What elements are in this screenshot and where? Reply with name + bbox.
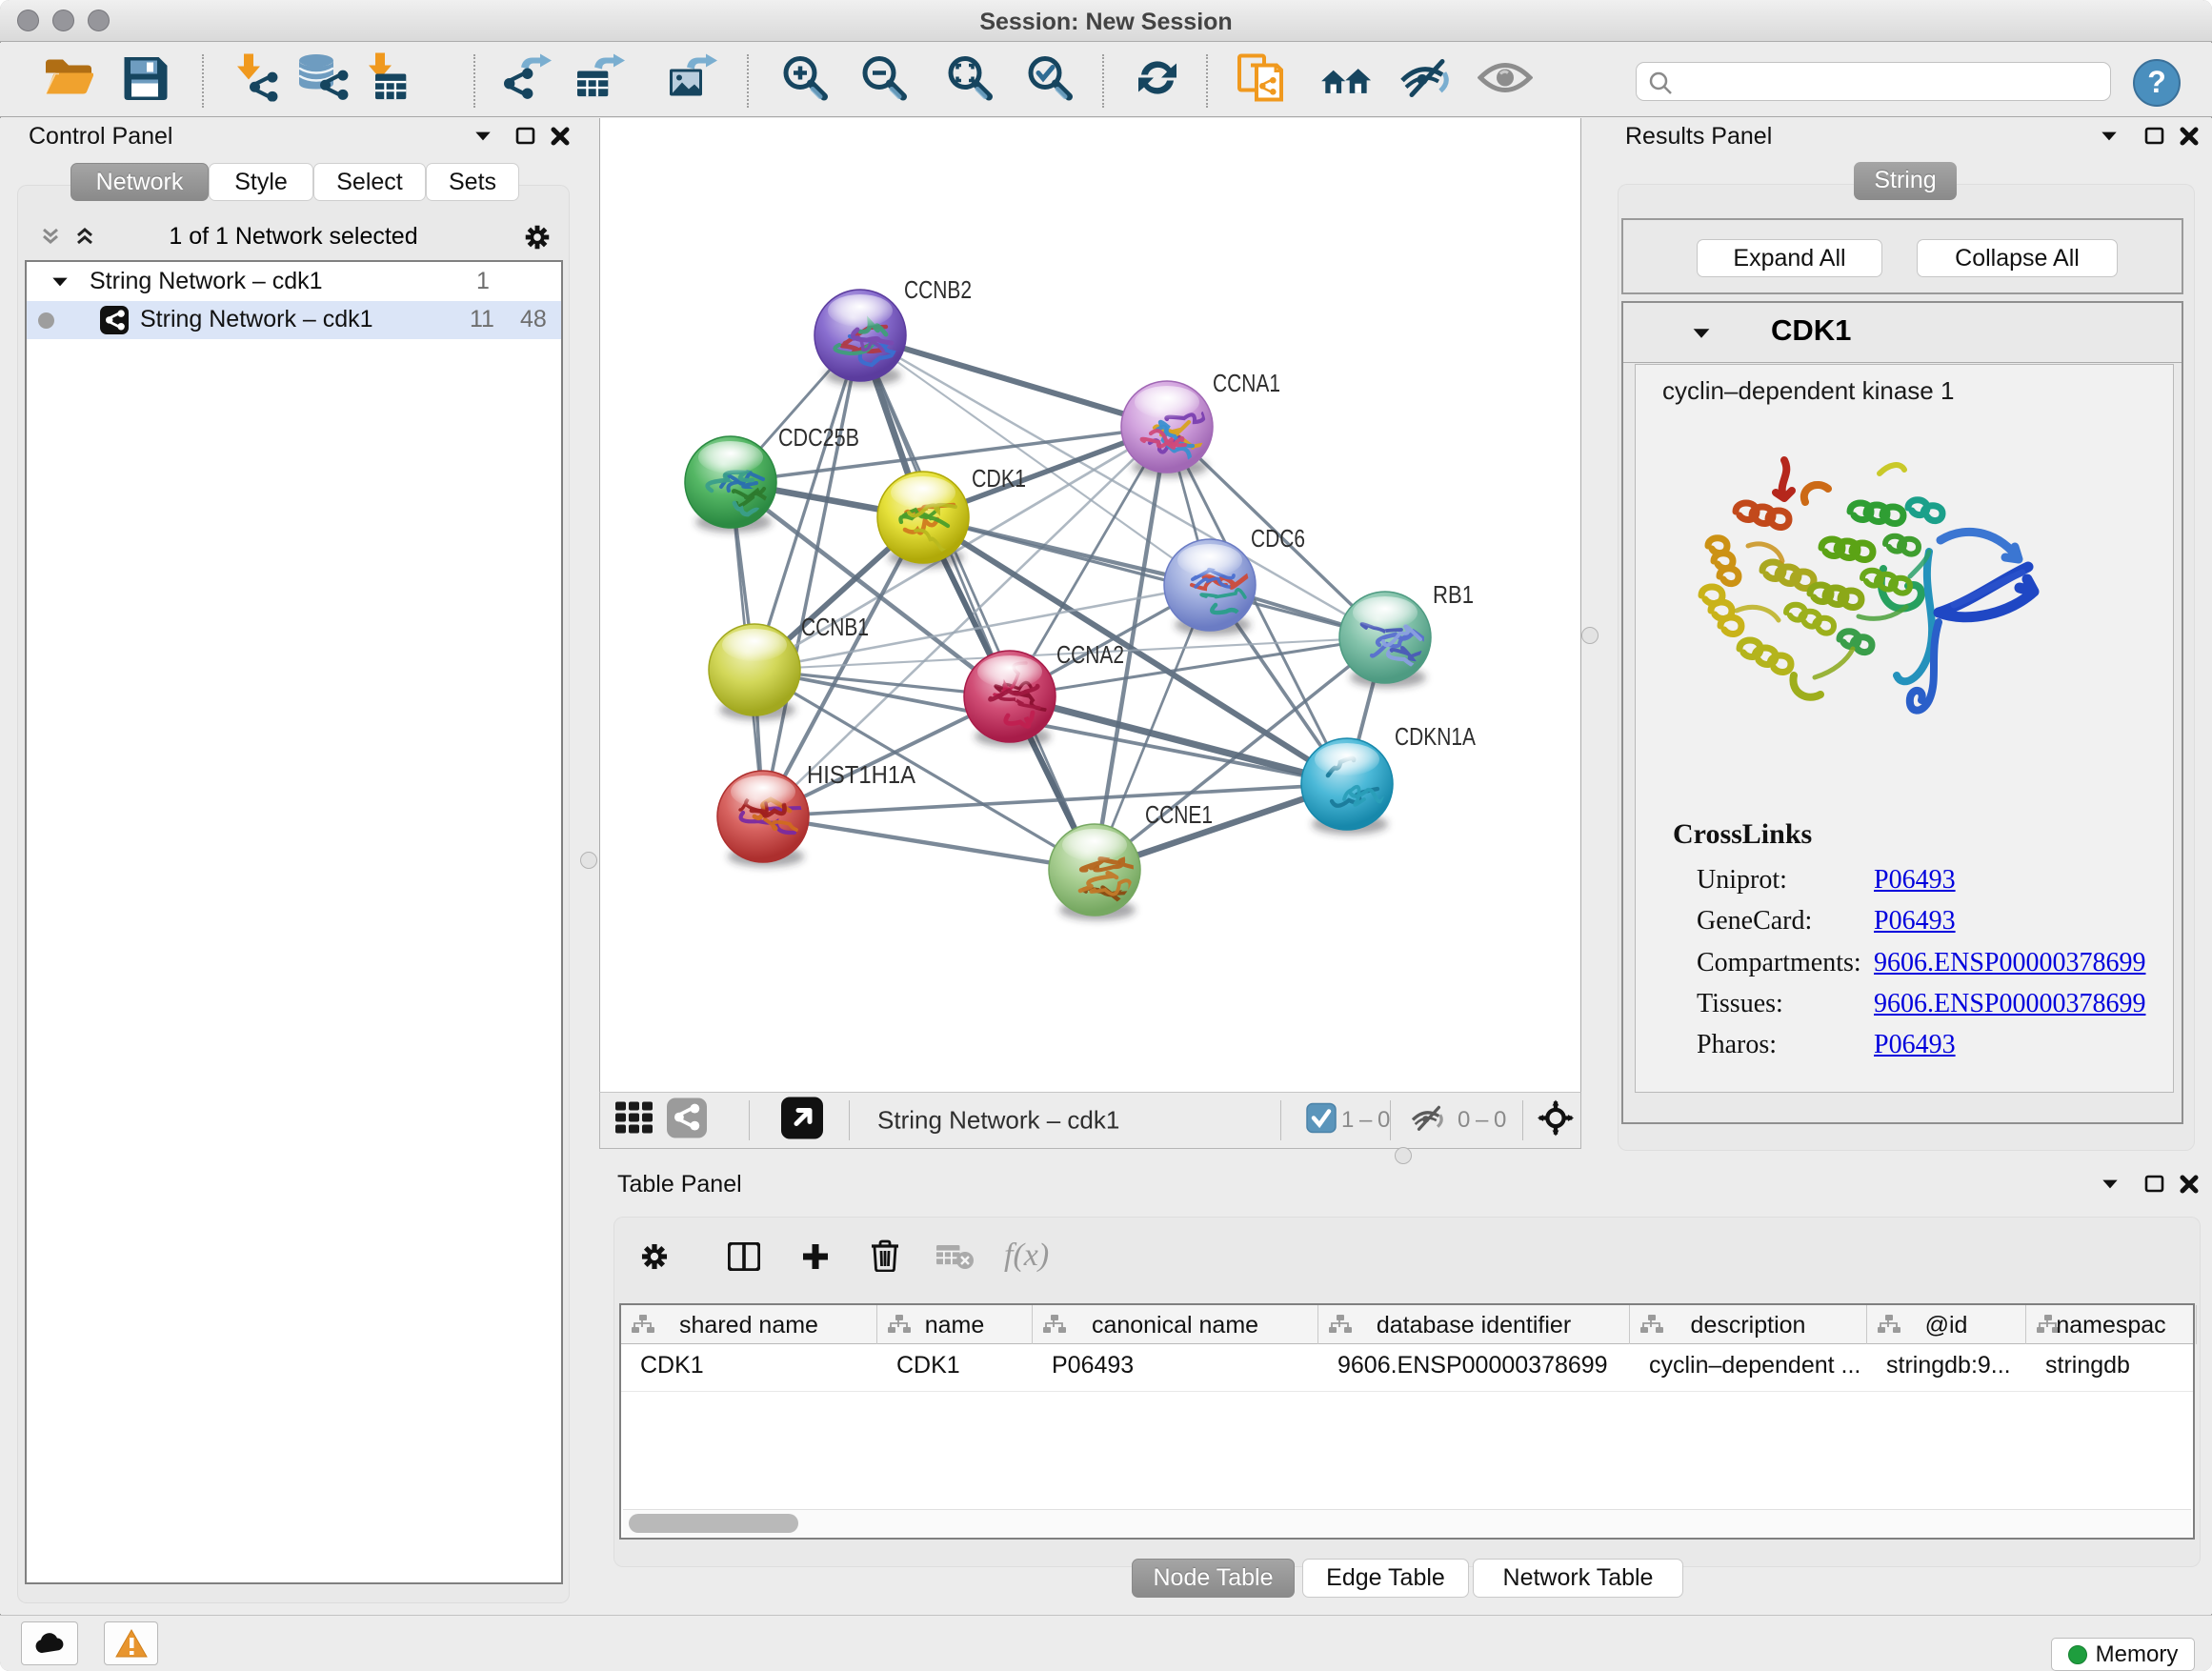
svg-text:CCNA2: CCNA2: [1056, 640, 1124, 669]
svg-text:CCNE1: CCNE1: [1145, 800, 1213, 829]
svg-text:CCNB1: CCNB1: [801, 613, 869, 641]
svg-text:CCNA1: CCNA1: [1213, 369, 1280, 397]
svg-text:HIST1H1A: HIST1H1A: [807, 760, 916, 789]
svg-text:CDC6: CDC6: [1251, 524, 1305, 553]
svg-text:RB1: RB1: [1433, 580, 1474, 609]
svg-text:CCNB2: CCNB2: [904, 275, 972, 304]
svg-text:CDC25B: CDC25B: [778, 423, 859, 452]
svg-text:CDKN1A: CDKN1A: [1395, 722, 1477, 751]
svg-text:CDK1: CDK1: [972, 464, 1026, 493]
svg-text:?: ?: [2147, 65, 2166, 99]
